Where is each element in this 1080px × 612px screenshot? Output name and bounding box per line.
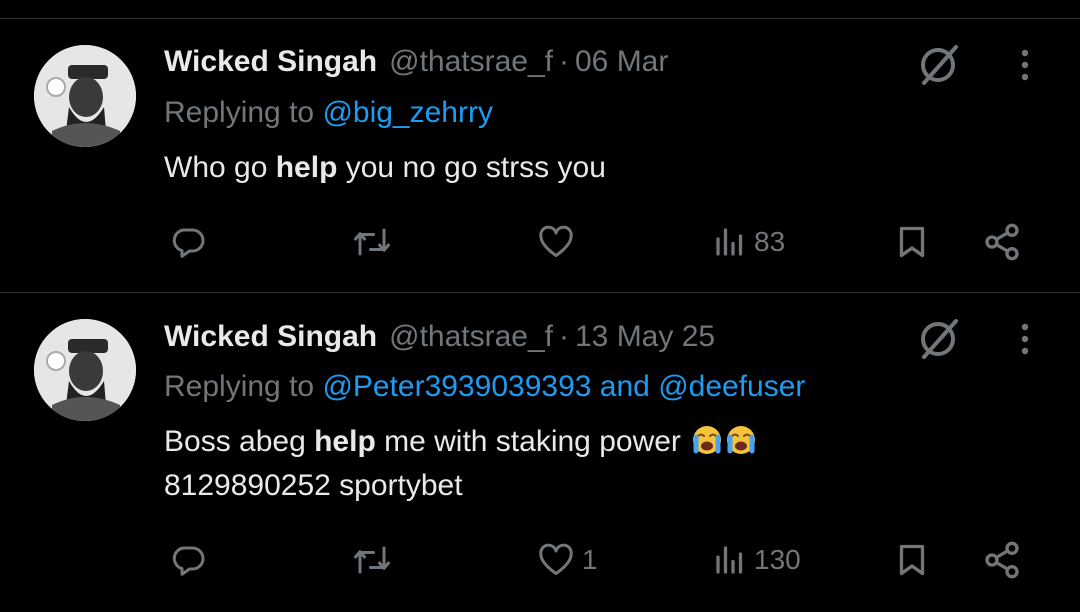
separator: · bbox=[558, 45, 569, 78]
views-icon bbox=[716, 546, 743, 574]
views-icon bbox=[716, 228, 743, 256]
reply-button[interactable] bbox=[170, 542, 206, 578]
text-after: you no go strss you bbox=[337, 151, 606, 184]
tweet-text: Who go help you no go strss you bbox=[164, 146, 606, 190]
tweet[interactable]: Wicked Singah @thatsrae_f · 06 Mar Reply… bbox=[0, 0, 1080, 292]
author-handle[interactable]: @thatsrae_f bbox=[389, 45, 553, 79]
loudly-crying-face-emoji bbox=[693, 426, 722, 454]
like-icon bbox=[539, 225, 573, 257]
replying-joiner: and bbox=[599, 370, 650, 403]
retweet-icon bbox=[354, 546, 390, 574]
tweet-date[interactable]: 13 May 25 bbox=[575, 320, 715, 354]
text-after: me with staking power bbox=[375, 425, 690, 458]
more-icon[interactable] bbox=[1010, 41, 1040, 87]
retweet-button[interactable] bbox=[352, 542, 392, 578]
share-button[interactable] bbox=[982, 222, 1022, 262]
replying-prefix: Replying to bbox=[164, 370, 315, 403]
views-button[interactable]: 130 bbox=[712, 542, 801, 578]
mention-link[interactable]: @big_zehrry bbox=[322, 96, 493, 129]
reply-button[interactable] bbox=[170, 224, 206, 260]
mention-link[interactable]: @deefuser bbox=[658, 370, 805, 403]
text-before: Who go bbox=[164, 151, 276, 184]
tweet-header: Wicked Singah @thatsrae_f · 06 Mar bbox=[164, 42, 668, 82]
views-button[interactable]: 83 bbox=[712, 224, 785, 260]
author-name[interactable]: Wicked Singah bbox=[164, 320, 377, 354]
views-count: 130 bbox=[754, 544, 801, 575]
like-count: 1 bbox=[582, 544, 598, 575]
reply-icon bbox=[172, 546, 205, 576]
separator: · bbox=[558, 320, 569, 353]
grok-icon[interactable] bbox=[916, 315, 962, 361]
avatar[interactable] bbox=[34, 45, 136, 147]
mention-link[interactable]: @Peter3939039393 bbox=[322, 370, 591, 403]
replying-to: Replying to @Peter3939039393 and @deefus… bbox=[164, 370, 805, 404]
retweet-icon bbox=[354, 228, 390, 256]
author-handle[interactable]: @thatsrae_f bbox=[389, 320, 553, 354]
tweet-text-line-1: Boss abeg help me with staking power bbox=[164, 420, 757, 464]
tweet-text-line-2: 8129890252 sportybet bbox=[164, 469, 463, 502]
like-icon bbox=[539, 543, 573, 575]
share-button[interactable] bbox=[982, 540, 1022, 580]
bookmark-icon bbox=[899, 226, 925, 258]
text-bold: help bbox=[275, 151, 338, 184]
bookmark-button[interactable] bbox=[894, 224, 930, 260]
bookmark-icon bbox=[899, 544, 925, 576]
tweet-text: Boss abeg help me with staking power 812… bbox=[164, 420, 757, 508]
bookmark-button[interactable] bbox=[894, 542, 930, 578]
author-name[interactable]: Wicked Singah bbox=[164, 45, 377, 79]
share-icon bbox=[985, 541, 1019, 579]
text-bold: help bbox=[314, 425, 376, 458]
tweet-date[interactable]: 06 Mar bbox=[575, 45, 668, 79]
grok-icon[interactable] bbox=[916, 41, 962, 87]
loudly-crying-face-emoji bbox=[727, 426, 756, 454]
retweet-button[interactable] bbox=[352, 224, 392, 260]
text-before: Boss abeg bbox=[164, 425, 315, 458]
replying-prefix: Replying to bbox=[164, 96, 315, 129]
share-icon bbox=[985, 223, 1019, 261]
more-icon[interactable] bbox=[1010, 315, 1040, 361]
like-button[interactable] bbox=[536, 224, 582, 260]
avatar[interactable] bbox=[34, 319, 136, 421]
replying-to: Replying to @big_zehrry bbox=[164, 96, 493, 130]
reply-icon bbox=[172, 228, 205, 258]
tweet-header: Wicked Singah @thatsrae_f · 13 May 25 bbox=[164, 317, 715, 357]
tweet[interactable]: Wicked Singah @thatsrae_f · 13 May 25 Re… bbox=[0, 292, 1080, 612]
like-button[interactable]: 1 bbox=[536, 542, 598, 578]
views-count: 83 bbox=[754, 226, 786, 257]
